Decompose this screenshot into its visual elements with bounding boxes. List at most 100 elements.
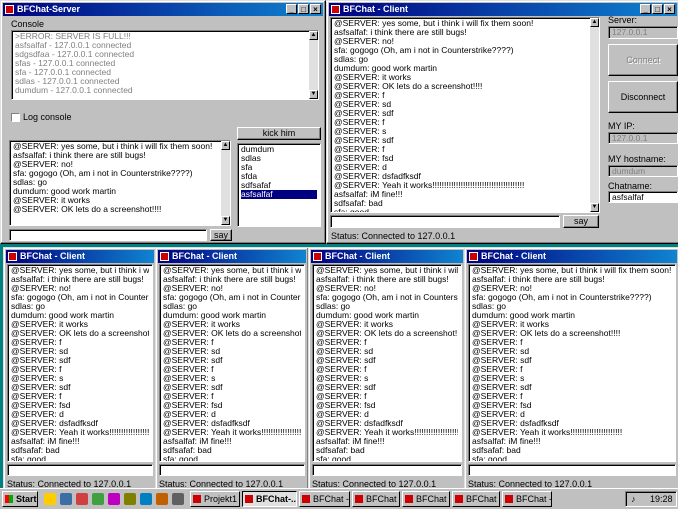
main-say-button[interactable]: say: [563, 215, 599, 228]
chat-line: sfa: good: [11, 455, 46, 462]
chat-line: @SERVER: no!: [472, 284, 532, 293]
taskbar-item[interactable]: BFChat-...: [242, 491, 297, 507]
chat-line: @SERVER: no!: [334, 37, 394, 46]
taskbar-item[interactable]: BFChat -...: [352, 491, 400, 507]
disconnect-button[interactable]: Disconnect: [608, 81, 678, 113]
chat-line: asfsalfaf: iM fine!!!: [334, 190, 403, 199]
chat-line: @SERVER: OK lets do a screenshot!!!!: [11, 329, 149, 338]
client-say-input[interactable]: [312, 464, 462, 476]
chat-line: @SERVER: OK lets do a screenshot!!!!: [334, 82, 483, 91]
scroll-down-arrow-icon[interactable]: ▼: [221, 216, 230, 225]
chat-line: @SERVER: sdf: [316, 383, 376, 392]
user-list-item[interactable]: sfa: [241, 163, 317, 172]
minimize-button[interactable]: _: [286, 4, 297, 14]
main-chat-scrollbar[interactable]: ▲ ▼: [590, 18, 599, 212]
connect-button[interactable]: Connect: [608, 44, 678, 76]
server-field[interactable]: 127.0.0.1: [608, 26, 678, 39]
chatname-label: Chatname:: [608, 181, 653, 191]
user-list[interactable]: dumdum sdlas sfa sfda sdfsafaf asfsalfaf: [237, 143, 321, 227]
quick-launch-icon[interactable]: [108, 493, 120, 505]
main-chat-log[interactable]: @SERVER: yes some, but i think i will fi…: [330, 17, 600, 213]
taskbar-item[interactable]: Projekt1 ...: [190, 491, 240, 507]
server-say-button[interactable]: say: [210, 229, 232, 241]
client-chat-log[interactable]: @SERVER: yes some, but i think i will fi…: [159, 264, 305, 462]
console-log[interactable]: >ERROR: SERVER IS FULL!!! asfsalfaf - 127…: [11, 30, 319, 100]
maximize-button[interactable]: □: [298, 4, 309, 14]
quick-launch-icon[interactable]: [76, 493, 88, 505]
console-scrollbar[interactable]: ▲ ▼: [309, 31, 318, 99]
taskbar-item[interactable]: BFChat -...: [402, 491, 450, 507]
chat-line: asfsalfaf: i think there are still bugs!: [163, 275, 296, 284]
maximize-button[interactable]: □: [652, 4, 663, 14]
scroll-down-arrow-icon[interactable]: ▼: [309, 90, 318, 99]
quick-launch-icon[interactable]: [60, 493, 72, 505]
client-titlebar[interactable]: BFChat - Client: [467, 250, 677, 263]
main-client-title: BFChat - Client: [343, 4, 408, 14]
close-button[interactable]: ×: [664, 4, 675, 14]
chat-line: sfa: good: [472, 455, 507, 462]
my-ip-field[interactable]: 127.0.0.1: [608, 132, 678, 144]
taskbar-item[interactable]: BFChat -...: [452, 491, 500, 507]
server-say-input[interactable]: [9, 229, 207, 241]
app-icon: [193, 495, 201, 503]
speaker-icon[interactable]: ♪: [631, 494, 636, 504]
main-say-input[interactable]: [330, 215, 560, 228]
chat-line: @SERVER: it works: [472, 320, 549, 329]
chat-line: @SERVER: f: [11, 365, 62, 374]
server-chat-scrollbar[interactable]: ▲ ▼: [221, 141, 230, 225]
client-titlebar[interactable]: BFChat - Client: [311, 250, 463, 263]
user-list-item[interactable]: asfsalfaf: [241, 190, 317, 199]
user-list-item[interactable]: dumdum: [241, 145, 317, 154]
client-chat-log[interactable]: @SERVER: yes some, but i think i will fi…: [7, 264, 153, 462]
app-icon: [313, 252, 322, 261]
main-chat-lines: @SERVER: yes some, but i think i will fi…: [331, 18, 599, 212]
kick-button[interactable]: kick him: [237, 127, 321, 140]
chat-line: sdlas: go: [316, 302, 351, 311]
client-chat-log[interactable]: @SERVER: yes some, but i think i will fi…: [312, 264, 462, 462]
server-titlebar[interactable]: BFChat-Server _ □ ×: [3, 3, 323, 16]
chat-line: @SERVER: no!: [13, 160, 73, 169]
chat-line: @SERVER: f: [163, 365, 214, 374]
chat-line: @SERVER: it works: [11, 320, 88, 329]
start-button[interactable]: Start: [2, 491, 38, 507]
client-titlebar[interactable]: BFChat - Client: [158, 250, 306, 263]
scroll-up-arrow-icon[interactable]: ▲: [590, 18, 599, 27]
user-list-item[interactable]: sdfsafaf: [241, 181, 317, 190]
taskbar-item[interactable]: BFChat -...: [502, 491, 552, 507]
chat-line: @SERVER: OK lets do a screenshot!!!!: [13, 205, 162, 214]
console-line: sdgsdfaa - 127.0.0.1 connected: [15, 50, 135, 59]
client-say-input[interactable]: [7, 464, 153, 476]
client-say-input[interactable]: [159, 464, 305, 476]
chat-line: @SERVER: yes some, but i think i will fi…: [13, 142, 213, 151]
app-icon: [331, 5, 340, 14]
server-chat-log[interactable]: @SERVER: yes some, but i think i will fi…: [9, 140, 231, 226]
my-hostname-value: dumdum: [612, 166, 646, 176]
quick-launch-icon[interactable]: [172, 493, 184, 505]
quick-launch-icon[interactable]: [44, 493, 56, 505]
minimize-button[interactable]: _: [640, 4, 651, 14]
client-chat-log[interactable]: @SERVER: yes some, but i think i will fi…: [468, 264, 676, 462]
taskbar-item[interactable]: BFChat -...: [299, 491, 350, 507]
chat-line: @SERVER: sd: [472, 347, 530, 356]
quick-launch-icon[interactable]: [140, 493, 152, 505]
taskbar-item-label: BFChat -...: [313, 494, 350, 504]
main-status: Status: Connected to 127.0.0.1: [331, 231, 456, 241]
my-hostname-field[interactable]: dumdum: [608, 165, 678, 177]
quick-launch-icon[interactable]: [156, 493, 168, 505]
log-console-checkbox[interactable]: [11, 113, 20, 122]
scroll-down-arrow-icon[interactable]: ▼: [590, 203, 599, 212]
chatname-field[interactable]: asfsalfaf: [608, 191, 678, 203]
quick-launch-icon[interactable]: [92, 493, 104, 505]
my-ip-value: 127.0.0.1: [612, 133, 648, 143]
user-list-item[interactable]: sdlas: [241, 154, 317, 163]
chat-line: @SERVER: s: [334, 127, 387, 136]
client-titlebar[interactable]: BFChat - Client: [6, 250, 154, 263]
chat-line: @SERVER: dsfadfksdf: [11, 419, 98, 428]
close-button[interactable]: ×: [310, 4, 321, 14]
user-list-item[interactable]: sfda: [241, 172, 317, 181]
client-say-input[interactable]: [468, 464, 676, 476]
quick-launch-icon[interactable]: [124, 493, 136, 505]
chat-line: @SERVER: Yeah it works!!!!!!!!!!!!!!!!!!…: [163, 428, 301, 437]
scroll-up-arrow-icon[interactable]: ▲: [221, 141, 230, 150]
scroll-up-arrow-icon[interactable]: ▲: [309, 31, 318, 40]
